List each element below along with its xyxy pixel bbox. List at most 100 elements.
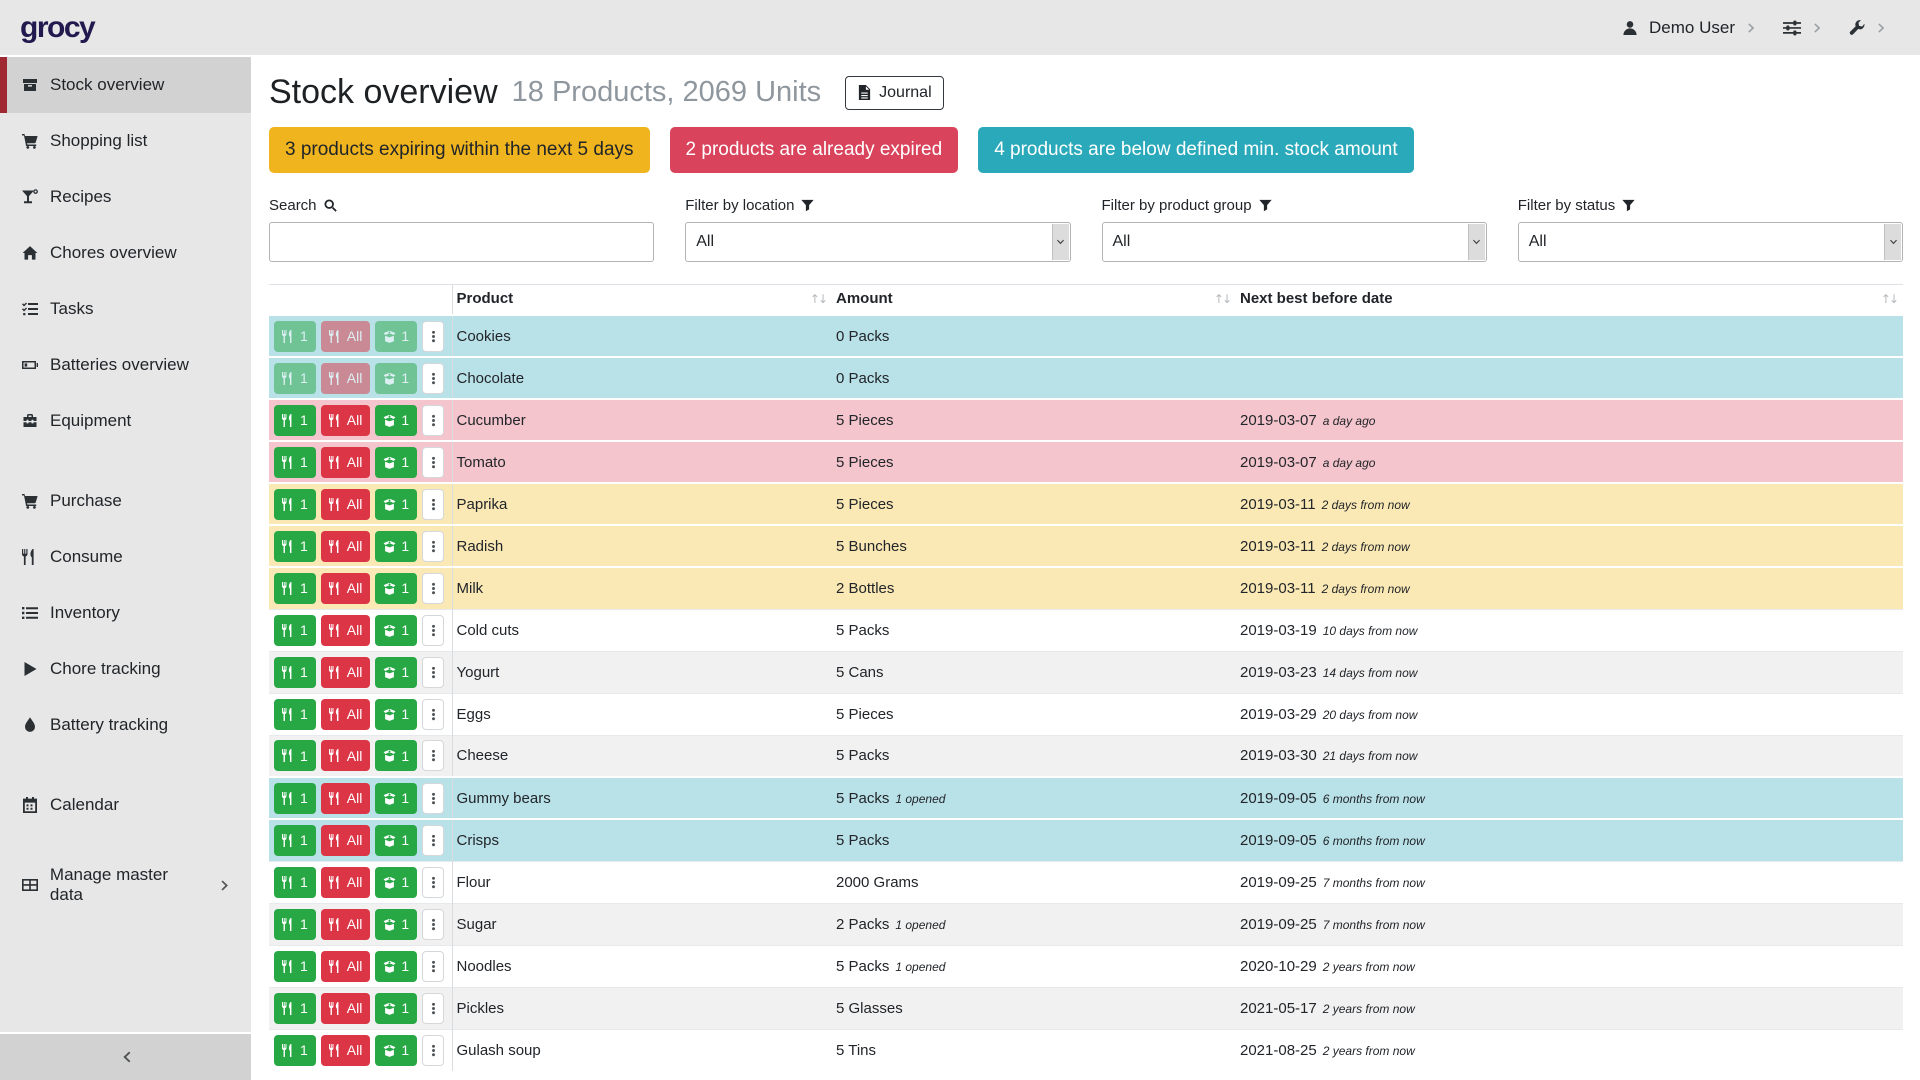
consume-one-button[interactable]: 1 (274, 951, 316, 982)
sidebar-item-inventory[interactable]: Inventory (0, 585, 251, 641)
row-more-button[interactable] (422, 951, 444, 982)
consume-one-button[interactable]: 1 (274, 867, 316, 898)
row-more-button[interactable] (422, 867, 444, 898)
row-more-button[interactable] (422, 1035, 444, 1066)
sidebar-item-equipment[interactable]: Equipment (0, 393, 251, 449)
sidebar-item-chores-overview[interactable]: Chores overview (0, 225, 251, 281)
open-one-button[interactable]: 1 (375, 1035, 417, 1066)
open-one-button[interactable]: 1 (375, 909, 417, 940)
consume-one-button[interactable]: 1 (274, 993, 316, 1024)
consume-all-button[interactable]: All (321, 825, 371, 856)
row-more-button[interactable] (422, 615, 444, 646)
consume-one-button[interactable]: 1 (274, 531, 316, 562)
consume-all-button[interactable]: All (321, 951, 371, 982)
row-more-button[interactable] (422, 699, 444, 730)
sidebar-item-stock-overview[interactable]: Stock overview (0, 57, 251, 113)
open-one-button[interactable]: 1 (375, 825, 417, 856)
row-more-button[interactable] (422, 657, 444, 688)
consume-one-button[interactable]: 1 (274, 909, 316, 940)
consume-one-button[interactable]: 1 (274, 573, 316, 604)
consume-all-button[interactable]: All (321, 909, 371, 940)
row-more-button[interactable] (422, 405, 444, 436)
open-one-button[interactable]: 1 (375, 783, 417, 814)
open-one-button[interactable]: 1 (375, 699, 417, 730)
consume-all-button[interactable]: All (321, 783, 371, 814)
consume-all-button[interactable]: All (321, 363, 371, 394)
sidebar-item-shopping-list[interactable]: Shopping list (0, 113, 251, 169)
alert-badge-expiring[interactable]: 3 products expiring within the next 5 da… (269, 127, 650, 173)
open-one-button[interactable]: 1 (375, 363, 417, 394)
consume-all-button[interactable]: All (321, 993, 371, 1024)
sidebar-collapse-button[interactable] (0, 1032, 251, 1080)
search-input[interactable] (269, 222, 654, 262)
sidebar-item-tasks[interactable]: Tasks (0, 281, 251, 337)
location-select[interactable]: All (685, 222, 1070, 262)
consume-all-button[interactable]: All (321, 867, 371, 898)
consume-one-button[interactable]: 1 (274, 405, 316, 436)
chevron-right-icon[interactable] (1746, 22, 1758, 34)
consume-all-button[interactable]: All (321, 573, 371, 604)
row-more-button[interactable] (422, 321, 444, 352)
consume-all-button[interactable]: All (321, 699, 371, 730)
sidebar-item-battery-tracking[interactable]: Battery tracking (0, 697, 251, 753)
sidebar-item-purchase[interactable]: Purchase (0, 473, 251, 529)
sidebar-item-chore-tracking[interactable]: Chore tracking (0, 641, 251, 697)
consume-all-button[interactable]: All (321, 657, 371, 688)
alert-badge-below-min[interactable]: 4 products are below defined min. stock … (978, 127, 1413, 173)
chevron-right-icon[interactable] (1876, 22, 1888, 34)
consume-one-button[interactable]: 1 (274, 489, 316, 520)
consume-one-button[interactable]: 1 (274, 1035, 316, 1066)
journal-button[interactable]: Journal (845, 76, 943, 110)
consume-one-button[interactable]: 1 (274, 321, 316, 352)
amount-column-header[interactable]: Amount↑↓ (832, 285, 1236, 316)
open-one-button[interactable]: 1 (375, 993, 417, 1024)
consume-one-button[interactable]: 1 (274, 825, 316, 856)
open-one-button[interactable]: 1 (375, 867, 417, 898)
row-more-button[interactable] (422, 909, 444, 940)
consume-one-button[interactable]: 1 (274, 740, 316, 771)
open-one-button[interactable]: 1 (375, 951, 417, 982)
row-more-button[interactable] (422, 993, 444, 1024)
wrench-icon[interactable] (1849, 20, 1865, 36)
consume-all-button[interactable]: All (321, 1035, 371, 1066)
consume-all-button[interactable]: All (321, 321, 371, 352)
row-more-button[interactable] (422, 531, 444, 562)
open-one-button[interactable]: 1 (375, 321, 417, 352)
product-column-header[interactable]: Product↑↓ (452, 285, 832, 316)
sliders-icon[interactable] (1783, 19, 1801, 37)
row-more-button[interactable] (422, 783, 444, 814)
grocy-logo[interactable]: grocy (20, 11, 94, 45)
row-more-button[interactable] (422, 573, 444, 604)
consume-all-button[interactable]: All (321, 615, 371, 646)
alert-badge-expired[interactable]: 2 products are already expired (670, 127, 959, 173)
product-group-select[interactable]: All (1102, 222, 1487, 262)
consume-all-button[interactable]: All (321, 740, 371, 771)
open-one-button[interactable]: 1 (375, 573, 417, 604)
chevron-right-icon[interactable] (1812, 22, 1824, 34)
date-column-header[interactable]: Next best before date↑↓ (1236, 285, 1903, 316)
row-more-button[interactable] (422, 363, 444, 394)
consume-one-button[interactable]: 1 (274, 363, 316, 394)
open-one-button[interactable]: 1 (375, 489, 417, 520)
consume-one-button[interactable]: 1 (274, 447, 316, 478)
row-more-button[interactable] (422, 740, 444, 771)
sidebar-item-recipes[interactable]: Recipes (0, 169, 251, 225)
row-more-button[interactable] (422, 489, 444, 520)
open-one-button[interactable]: 1 (375, 657, 417, 688)
consume-all-button[interactable]: All (321, 405, 371, 436)
consume-all-button[interactable]: All (321, 447, 371, 478)
user-menu-label[interactable]: Demo User (1649, 18, 1735, 38)
consume-one-button[interactable]: 1 (274, 657, 316, 688)
sidebar-item-batteries-overview[interactable]: Batteries overview (0, 337, 251, 393)
open-one-button[interactable]: 1 (375, 405, 417, 436)
consume-all-button[interactable]: All (321, 489, 371, 520)
row-more-button[interactable] (422, 447, 444, 478)
status-select[interactable]: All (1518, 222, 1903, 262)
sidebar-item-manage-master-data[interactable]: Manage master data (0, 857, 251, 913)
sidebar-item-calendar[interactable]: Calendar (0, 777, 251, 833)
open-one-button[interactable]: 1 (375, 531, 417, 562)
row-more-button[interactable] (422, 825, 444, 856)
consume-one-button[interactable]: 1 (274, 783, 316, 814)
consume-one-button[interactable]: 1 (274, 615, 316, 646)
sidebar-item-consume[interactable]: Consume (0, 529, 251, 585)
